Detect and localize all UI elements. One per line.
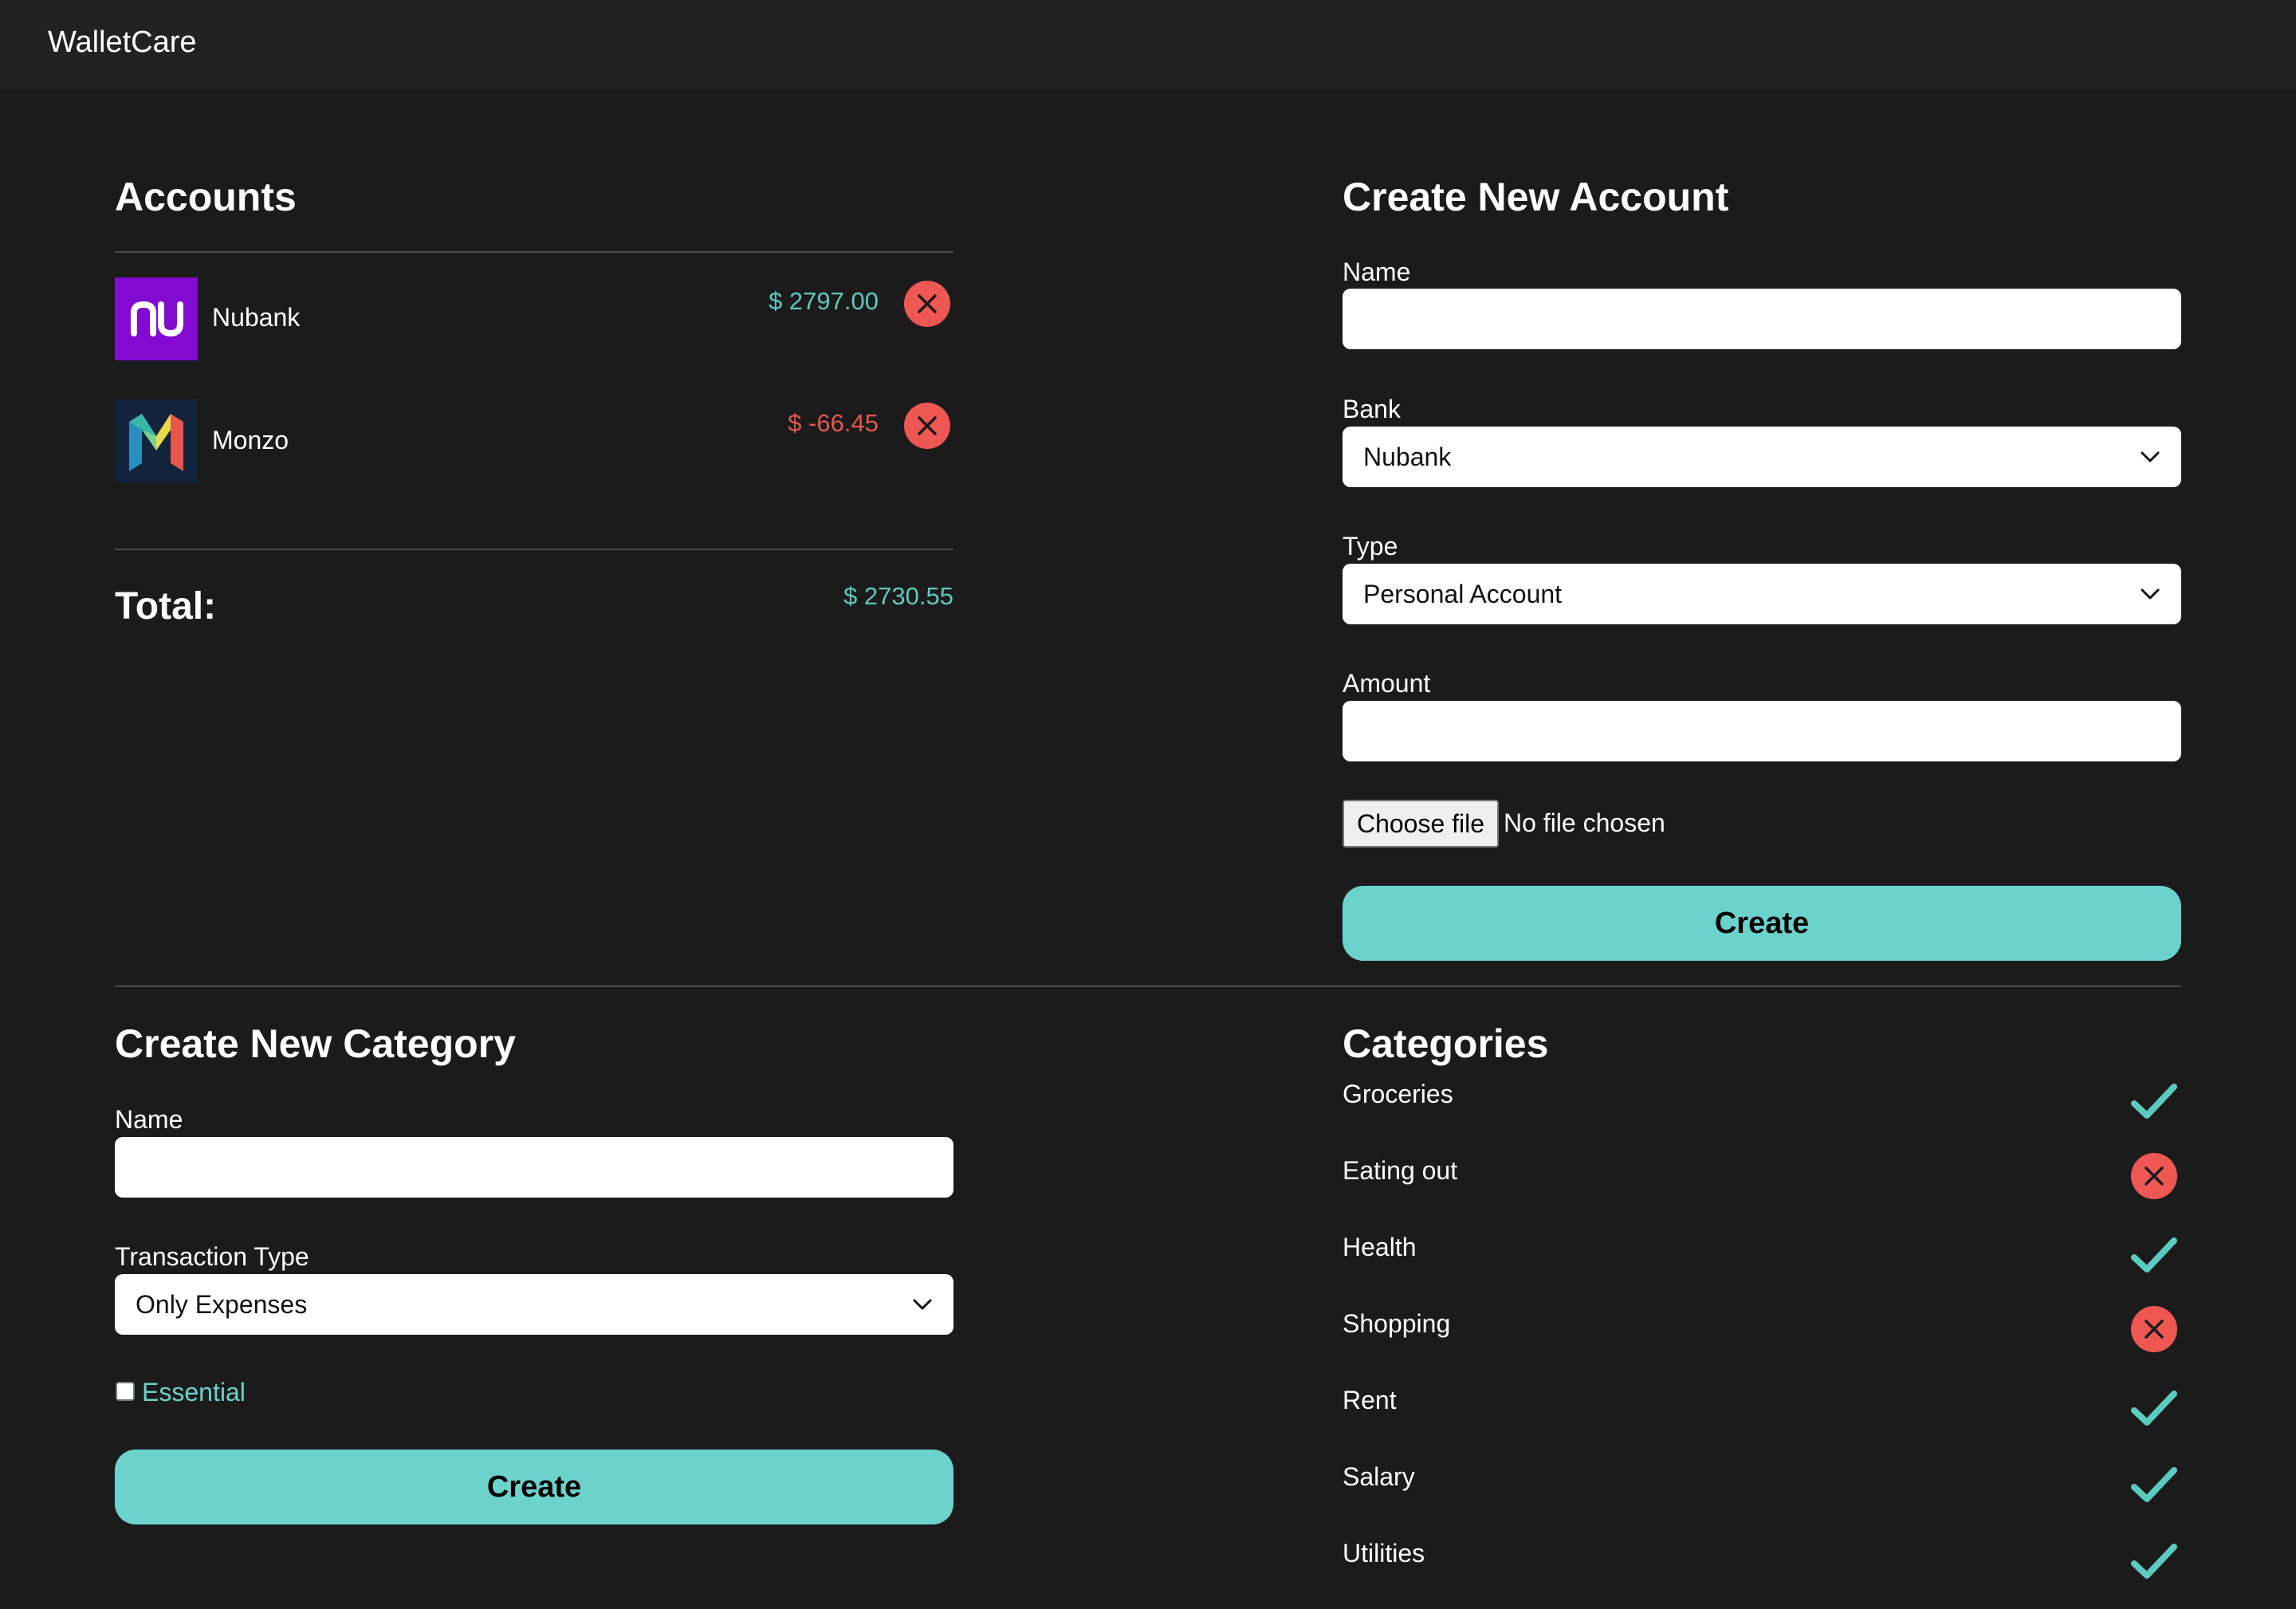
account-balance: $ -66.45 — [788, 409, 879, 437]
app-brand[interactable]: WalletCare — [48, 26, 197, 60]
category-name: Health — [1343, 1233, 1417, 1261]
close-icon — [918, 294, 937, 313]
transaction-type-select[interactable]: Only Expenses — [115, 1274, 953, 1335]
create-category-button[interactable]: Create — [115, 1450, 953, 1524]
category-name: Shopping — [1343, 1309, 1451, 1338]
type-label: Type — [1343, 532, 1398, 561]
top-navbar: WalletCare — [0, 0, 2296, 89]
choose-file-button[interactable]: Choose file — [1343, 800, 1499, 848]
x-circle-icon — [2129, 1151, 2180, 1202]
chevron-down-icon — [912, 1298, 933, 1311]
monzo-logo — [115, 399, 198, 482]
delete-account-button[interactable] — [904, 281, 950, 327]
transaction-type-label: Transaction Type — [115, 1242, 309, 1271]
category-name: Eating out — [1343, 1156, 1458, 1185]
check-icon — [2129, 1460, 2180, 1511]
file-status: No file chosen — [1504, 808, 1665, 837]
accounts-divider-bottom — [115, 549, 953, 550]
account-balance: $ 2797.00 — [769, 287, 879, 315]
create-account-heading: Create New Account — [1343, 175, 1729, 219]
bank-select[interactable]: Nubank — [1343, 427, 2181, 487]
bank-select-value: Nubank — [1363, 442, 1452, 471]
check-icon — [2129, 1230, 2180, 1281]
account-type-select-value: Personal Account — [1363, 579, 1563, 608]
category-name-label: Name — [115, 1105, 183, 1134]
account-name: Monzo — [212, 426, 289, 454]
chevron-down-icon — [2140, 450, 2160, 463]
category-name: Salary — [1343, 1462, 1415, 1491]
category-name: Rent — [1343, 1386, 1397, 1414]
check-icon — [2129, 1536, 2180, 1587]
account-name-input[interactable] — [1343, 289, 2181, 349]
accounts-divider-top — [115, 251, 953, 253]
account-name-label: Name — [1343, 258, 1411, 286]
create-category-heading: Create New Category — [115, 1021, 516, 1066]
delete-account-button[interactable] — [904, 403, 950, 449]
check-icon — [2129, 1076, 2180, 1127]
x-circle-icon — [2129, 1304, 2180, 1355]
account-name: Nubank — [212, 303, 301, 332]
create-account-button[interactable]: Create — [1343, 886, 2181, 961]
amount-input[interactable] — [1343, 701, 2181, 761]
chevron-down-icon — [2140, 588, 2160, 600]
essential-label[interactable]: Essential — [142, 1378, 246, 1407]
accounts-heading: Accounts — [115, 175, 297, 219]
close-icon — [918, 416, 937, 435]
category-name: Utilities — [1343, 1539, 1425, 1568]
total-label: Total: — [115, 585, 217, 627]
nubank-logo — [115, 277, 198, 360]
category-name-input[interactable] — [115, 1137, 953, 1198]
category-name: Groceries — [1343, 1080, 1453, 1108]
account-type-select[interactable]: Personal Account — [1343, 564, 2181, 624]
bank-label: Bank — [1343, 395, 1401, 423]
total-amount: $ 2730.55 — [843, 582, 953, 610]
section-divider — [115, 985, 2181, 987]
transaction-type-select-value: Only Expenses — [136, 1289, 308, 1319]
amount-label: Amount — [1343, 669, 1431, 698]
check-icon — [2129, 1383, 2180, 1434]
essential-checkbox[interactable] — [116, 1382, 135, 1401]
categories-heading: Categories — [1343, 1021, 1549, 1066]
